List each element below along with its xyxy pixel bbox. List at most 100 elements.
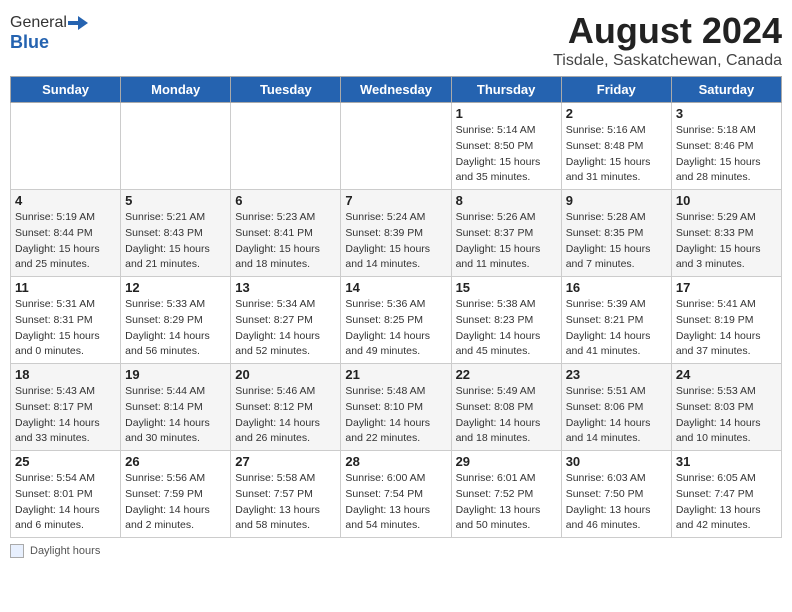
day-cell: 15 Sunrise: 5:38 AMSunset: 8:23 PMDayligh…: [451, 277, 561, 364]
day-cell: 16 Sunrise: 5:39 AMSunset: 8:21 PMDayligh…: [561, 277, 671, 364]
day-number: 4: [15, 193, 116, 208]
week-row-4: 18 Sunrise: 5:43 AMSunset: 8:17 PMDayligh…: [11, 364, 782, 451]
day-info: Sunrise: 5:33 AMSunset: 8:29 PMDaylight:…: [125, 297, 226, 360]
day-info: Sunrise: 5:38 AMSunset: 8:23 PMDaylight:…: [456, 297, 557, 360]
day-info: Sunrise: 5:58 AMSunset: 7:57 PMDaylight:…: [235, 471, 336, 534]
day-cell: 11 Sunrise: 5:31 AMSunset: 8:31 PMDayligh…: [11, 277, 121, 364]
day-cell: 26Sunrise: 5:56 AMSunset: 7:59 PMDayligh…: [121, 451, 231, 538]
day-number: 6: [235, 193, 336, 208]
day-info: Sunrise: 5:18 AMSunset: 8:46 PMDaylight:…: [676, 123, 777, 186]
day-info: Sunrise: 5:24 AMSunset: 8:39 PMDaylight:…: [345, 210, 446, 273]
day-cell: 29 Sunrise: 6:01 AMSunset: 7:52 PMDayligh…: [451, 451, 561, 538]
week-row-2: 4 Sunrise: 5:19 AMSunset: 8:44 PMDaylight…: [11, 190, 782, 277]
day-info: Sunrise: 5:21 AMSunset: 8:43 PMDaylight:…: [125, 210, 226, 273]
calendar: SundayMondayTuesdayWednesdayThursdayFrid…: [10, 76, 782, 538]
day-info: Sunrise: 6:01 AMSunset: 7:52 PMDaylight:…: [456, 471, 557, 534]
day-info: Sunrise: 5:36 AMSunset: 8:25 PMDaylight:…: [345, 297, 446, 360]
day-cell: 8Sunrise: 5:26 AMSunset: 8:37 PMDaylight…: [451, 190, 561, 277]
day-number: 23: [566, 367, 667, 382]
day-cell: 13Sunrise: 5:34 AMSunset: 8:27 PMDayligh…: [231, 277, 341, 364]
day-cell: 7 Sunrise: 5:24 AMSunset: 8:39 PMDaylight…: [341, 190, 451, 277]
header: General Blue August 2024 Tisdale, Saskat…: [10, 10, 782, 70]
day-cell: 6 Sunrise: 5:23 AMSunset: 8:41 PMDaylight…: [231, 190, 341, 277]
day-cell: 10 Sunrise: 5:29 AMSunset: 8:33 PMDayligh…: [671, 190, 781, 277]
day-number: 22: [456, 367, 557, 382]
day-cell: 9 Sunrise: 5:28 AMSunset: 8:35 PMDaylight…: [561, 190, 671, 277]
weekday-header-saturday: Saturday: [671, 77, 781, 103]
weekday-header-tuesday: Tuesday: [231, 77, 341, 103]
day-cell: 28 Sunrise: 6:00 AMSunset: 7:54 PMDayligh…: [341, 451, 451, 538]
day-cell: 20Sunrise: 5:46 AMSunset: 8:12 PMDayligh…: [231, 364, 341, 451]
day-number: 12: [125, 280, 226, 295]
day-number: 28: [345, 454, 446, 469]
day-cell: [341, 103, 451, 190]
day-number: 30: [566, 454, 667, 469]
day-number: 25: [15, 454, 116, 469]
day-info: Sunrise: 5:43 AMSunset: 8:17 PMDaylight:…: [15, 384, 116, 447]
day-info: Sunrise: 5:53 AMSunset: 8:03 PMDaylight:…: [676, 384, 777, 447]
day-info: Sunrise: 5:51 AMSunset: 8:06 PMDaylight:…: [566, 384, 667, 447]
day-number: 19: [125, 367, 226, 382]
day-info: Sunrise: 5:46 AMSunset: 8:12 PMDaylight:…: [235, 384, 336, 447]
day-info: Sunrise: 5:44 AMSunset: 8:14 PMDaylight:…: [125, 384, 226, 447]
day-info: Sunrise: 5:14 AMSunset: 8:50 PMDaylight:…: [456, 123, 557, 186]
main-title: August 2024: [553, 10, 782, 52]
day-cell: 5Sunrise: 5:21 AMSunset: 8:43 PMDaylight…: [121, 190, 231, 277]
day-cell: 24Sunrise: 5:53 AMSunset: 8:03 PMDayligh…: [671, 364, 781, 451]
day-cell: 18 Sunrise: 5:43 AMSunset: 8:17 PMDayligh…: [11, 364, 121, 451]
day-cell: 3 Sunrise: 5:18 AMSunset: 8:46 PMDaylight…: [671, 103, 781, 190]
day-cell: 22 Sunrise: 5:49 AMSunset: 8:08 PMDayligh…: [451, 364, 561, 451]
title-area: August 2024 Tisdale, Saskatchewan, Canad…: [553, 10, 782, 70]
day-number: 14: [345, 280, 446, 295]
day-number: 29: [456, 454, 557, 469]
day-number: 3: [676, 106, 777, 121]
day-info: Sunrise: 5:56 AMSunset: 7:59 PMDaylight:…: [125, 471, 226, 534]
day-number: 21: [345, 367, 446, 382]
day-info: Sunrise: 5:29 AMSunset: 8:33 PMDaylight:…: [676, 210, 777, 273]
day-info: Sunrise: 6:05 AMSunset: 7:47 PMDaylight:…: [676, 471, 777, 534]
day-number: 2: [566, 106, 667, 121]
day-cell: [231, 103, 341, 190]
day-info: Sunrise: 5:34 AMSunset: 8:27 PMDaylight:…: [235, 297, 336, 360]
day-info: Sunrise: 5:26 AMSunset: 8:37 PMDaylight:…: [456, 210, 557, 273]
day-number: 9: [566, 193, 667, 208]
day-cell: 12 Sunrise: 5:33 AMSunset: 8:29 PMDayligh…: [121, 277, 231, 364]
weekday-header-monday: Monday: [121, 77, 231, 103]
day-number: 11: [15, 280, 116, 295]
day-number: 7: [345, 193, 446, 208]
day-cell: 25 Sunrise: 5:54 AMSunset: 8:01 PMDayligh…: [11, 451, 121, 538]
day-cell: 1 Sunrise: 5:14 AMSunset: 8:50 PMDaylight…: [451, 103, 561, 190]
day-info: Sunrise: 5:23 AMSunset: 8:41 PMDaylight:…: [235, 210, 336, 273]
day-cell: [11, 103, 121, 190]
logo-general-text: General: [10, 14, 67, 32]
legend-label: Daylight hours: [30, 545, 100, 557]
day-number: 18: [15, 367, 116, 382]
day-info: Sunrise: 5:48 AMSunset: 8:10 PMDaylight:…: [345, 384, 446, 447]
logo: General Blue: [10, 10, 89, 53]
day-info: Sunrise: 5:41 AMSunset: 8:19 PMDaylight:…: [676, 297, 777, 360]
day-number: 15: [456, 280, 557, 295]
weekday-header-row: SundayMondayTuesdayWednesdayThursdayFrid…: [11, 77, 782, 103]
day-info: Sunrise: 5:19 AMSunset: 8:44 PMDaylight:…: [15, 210, 116, 273]
day-info: Sunrise: 5:28 AMSunset: 8:35 PMDaylight:…: [566, 210, 667, 273]
day-number: 1: [456, 106, 557, 121]
logo-flag-icon: [68, 15, 88, 31]
day-number: 16: [566, 280, 667, 295]
day-number: 10: [676, 193, 777, 208]
day-cell: 14 Sunrise: 5:36 AMSunset: 8:25 PMDayligh…: [341, 277, 451, 364]
day-cell: 27Sunrise: 5:58 AMSunset: 7:57 PMDayligh…: [231, 451, 341, 538]
day-cell: 21 Sunrise: 5:48 AMSunset: 8:10 PMDayligh…: [341, 364, 451, 451]
day-info: Sunrise: 6:03 AMSunset: 7:50 PMDaylight:…: [566, 471, 667, 534]
day-number: 31: [676, 454, 777, 469]
day-info: Sunrise: 5:31 AMSunset: 8:31 PMDaylight:…: [15, 297, 116, 360]
day-info: Sunrise: 5:49 AMSunset: 8:08 PMDaylight:…: [456, 384, 557, 447]
week-row-3: 11 Sunrise: 5:31 AMSunset: 8:31 PMDayligh…: [11, 277, 782, 364]
day-cell: 31 Sunrise: 6:05 AMSunset: 7:47 PMDayligh…: [671, 451, 781, 538]
day-info: Sunrise: 5:54 AMSunset: 8:01 PMDaylight:…: [15, 471, 116, 534]
day-info: Sunrise: 6:00 AMSunset: 7:54 PMDaylight:…: [345, 471, 446, 534]
footer-legend: Daylight hours: [10, 544, 782, 558]
day-info: Sunrise: 5:16 AMSunset: 8:48 PMDaylight:…: [566, 123, 667, 186]
subtitle: Tisdale, Saskatchewan, Canada: [553, 52, 782, 70]
day-cell: 30 Sunrise: 6:03 AMSunset: 7:50 PMDayligh…: [561, 451, 671, 538]
day-info: Sunrise: 5:39 AMSunset: 8:21 PMDaylight:…: [566, 297, 667, 360]
